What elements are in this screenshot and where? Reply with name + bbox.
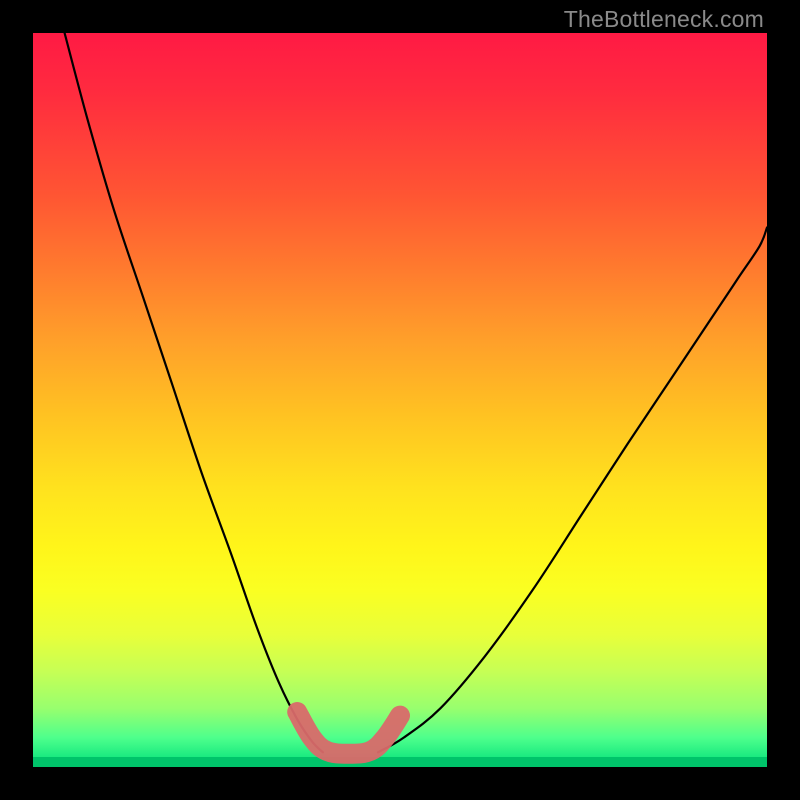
chart-frame: TheBottleneck.com xyxy=(0,0,800,800)
pink-flat-zone xyxy=(297,712,400,754)
watermark-text: TheBottleneck.com xyxy=(564,6,764,33)
black-curve-left xyxy=(65,33,323,752)
chart-svg xyxy=(33,33,767,767)
black-curve-right xyxy=(378,228,767,753)
